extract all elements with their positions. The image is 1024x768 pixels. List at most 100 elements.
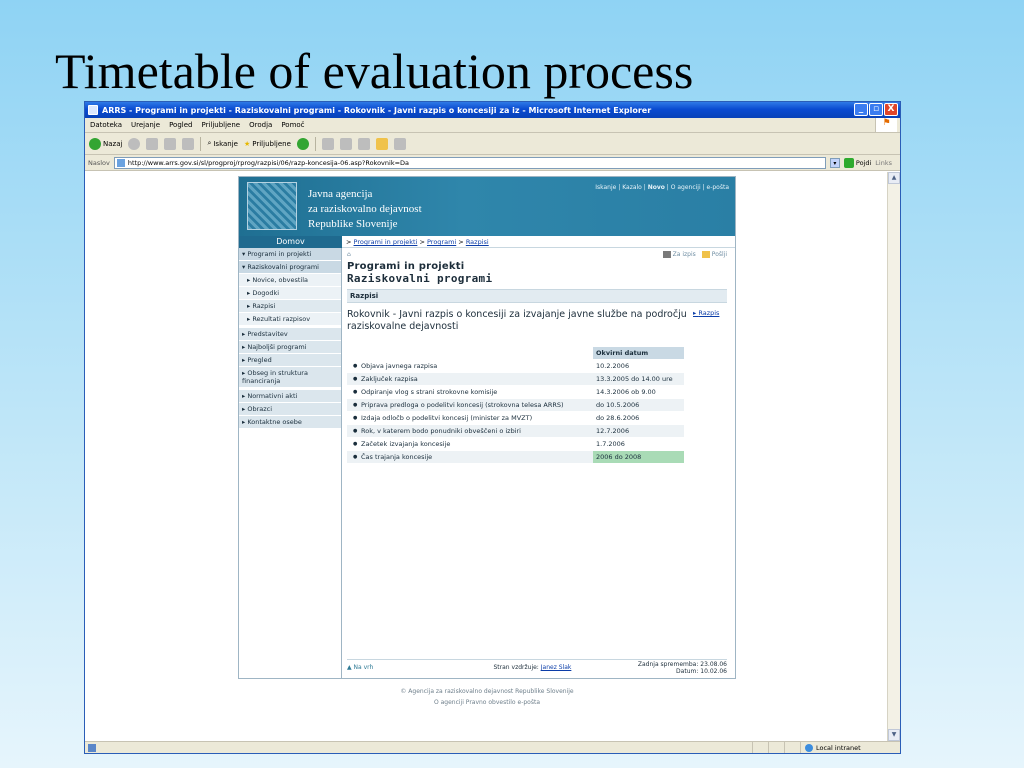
mail-button[interactable] xyxy=(339,137,352,150)
close-button[interactable]: X xyxy=(884,103,898,116)
nav-research-programs[interactable]: ▾ Raziskovalni programi xyxy=(239,261,341,274)
table-row: Začetek izvajanja koncesije1.7.2006 xyxy=(347,437,684,451)
stop-button[interactable] xyxy=(146,137,159,150)
nav-presentation[interactable]: ▸ Predstavitev xyxy=(239,328,341,341)
nav-events[interactable]: ▸ Dogodki xyxy=(239,287,341,300)
search-label: Iskanje xyxy=(213,139,238,148)
toolbar-separator xyxy=(200,136,202,151)
breadcrumb-programs[interactable]: Programi xyxy=(427,238,456,246)
nav-call-results[interactable]: ▸ Rezultati razpisov xyxy=(239,313,341,326)
nav-overview[interactable]: ▸ Pregled xyxy=(239,354,341,367)
slide-title: Timetable of evaluation process xyxy=(55,43,694,99)
zone-label: Local intranet xyxy=(816,743,861,752)
status-cell xyxy=(784,742,800,753)
nav-news[interactable]: ▸ Novice, obvestila xyxy=(239,274,341,287)
star-icon: ★ xyxy=(243,139,251,148)
favorites-button[interactable]: ★ Priljubljene xyxy=(244,140,291,148)
top-link-index[interactable]: Kazalo xyxy=(622,184,642,191)
top-link-search[interactable]: Iskanje xyxy=(595,184,616,191)
links-button[interactable]: Links xyxy=(875,159,892,167)
print-link[interactable]: Za izpis xyxy=(662,251,696,258)
row-task: Začetek izvajanja koncesije xyxy=(347,437,593,451)
breadcrumb-programs-projects[interactable]: Programi in projekti xyxy=(354,238,418,246)
nav-best-programs[interactable]: ▸ Najboljši programi xyxy=(239,341,341,354)
page-icon xyxy=(116,158,125,167)
bottom-links[interactable]: O agenciji Pravno obvestilo e-pošta xyxy=(238,697,736,708)
maintainer-link[interactable]: Janez Slak xyxy=(541,664,572,671)
scroll-up-button[interactable]: ▲ xyxy=(888,172,900,184)
nav-calls[interactable]: ▸ Razpisi xyxy=(239,300,341,313)
update-info: Zadnja sprememba: 23.08.06 Datum: 10.02.… xyxy=(638,661,727,675)
table-header-empty xyxy=(347,347,593,360)
maximize-button[interactable]: ▫ xyxy=(869,103,883,116)
notice: Rokovnik - Javni razpis o koncesiji za i… xyxy=(347,309,727,333)
menu-help[interactable]: Pomoč xyxy=(281,121,304,129)
page-date: Datum: 10.02.06 xyxy=(676,667,727,675)
edit-button[interactable] xyxy=(357,137,370,150)
search-button[interactable]: ⌕ Iskanje xyxy=(207,139,238,148)
row-task: Čas trajanja koncesije xyxy=(347,450,593,464)
scroll-down-button[interactable]: ▼ xyxy=(888,729,900,741)
forward-button[interactable] xyxy=(128,137,141,150)
row-task: Rok, v katerem bodo ponudniki obveščeni … xyxy=(347,424,593,438)
ie-icon xyxy=(88,105,98,115)
address-dropdown-button[interactable]: ▾ xyxy=(829,157,840,168)
top-link-email[interactable]: e-pošta xyxy=(707,184,730,191)
home-button[interactable] xyxy=(182,137,195,150)
table-row: Odpiranje vlog s strani strokovne komisi… xyxy=(347,385,684,399)
breadcrumb-calls[interactable]: Razpisi xyxy=(466,238,489,246)
menu-edit[interactable]: Urejanje xyxy=(131,121,160,129)
back-to-top-link[interactable]: ▲ Na vrh xyxy=(347,664,427,671)
top-link-new[interactable]: Novo xyxy=(648,184,665,191)
agency-logo[interactable] xyxy=(247,182,297,230)
folder-button[interactable] xyxy=(375,137,388,150)
nav-funding[interactable]: ▸ Obseg in struktura financiranja xyxy=(239,367,341,388)
site-footer: ▲ Na vrh Stran vzdržuje: Janez Slak Zadn… xyxy=(347,659,727,675)
status-cell xyxy=(768,742,784,753)
menu-favorites[interactable]: Priljubljene xyxy=(201,121,240,129)
menu-tools[interactable]: Orodja xyxy=(249,121,272,129)
copyright: © Agencija za raziskovalno dejavnost Rep… xyxy=(238,686,736,708)
maintainer-label: Stran vzdržuje: xyxy=(493,664,539,671)
vertical-scrollbar[interactable]: ▲ ▼ xyxy=(887,172,900,741)
page-title: Raziskovalni programi xyxy=(347,272,493,285)
nav-forms[interactable]: ▸ Obrazci xyxy=(239,403,341,416)
nav-programs-projects[interactable]: ▾ Programi in projekti xyxy=(239,248,341,261)
row-date: 12.7.2006 xyxy=(593,424,684,438)
nav-legal-acts[interactable]: ▸ Normativni akti xyxy=(239,390,341,403)
go-button[interactable]: Pojdi xyxy=(843,157,871,168)
copyright-text: © Agencija za raziskovalno dejavnost Rep… xyxy=(400,688,574,695)
history-button[interactable] xyxy=(321,137,334,150)
window-controls: _ ▫ X xyxy=(854,103,898,116)
menu-view[interactable]: Pogled xyxy=(169,121,192,129)
agency-name-line-3: Republike Slovenije xyxy=(308,218,398,230)
row-task: Zaključek razpisa xyxy=(347,372,593,386)
home-icon[interactable]: ⌂ xyxy=(347,251,351,258)
table-row: Objava javnega razpisa10.2.2006 xyxy=(347,359,684,373)
go-arrow-icon xyxy=(843,157,854,168)
send-link[interactable]: Pošlji xyxy=(701,251,727,258)
site-header: Javna agencija za raziskovalno dejavnost… xyxy=(239,177,735,236)
calls-bar: Razpisi xyxy=(347,289,727,303)
breadcrumb-prefix: > xyxy=(346,238,352,246)
page-content: Javna agencija za raziskovalno dejavnost… xyxy=(85,172,887,741)
refresh-button[interactable] xyxy=(164,137,177,150)
main-content: ⌂ Za izpis Pošlji Programi in projekti R… xyxy=(347,248,727,678)
menu-file[interactable]: Datoteka xyxy=(90,121,122,129)
minimize-button[interactable]: _ xyxy=(854,103,868,116)
address-input[interactable]: http://www.arrs.gov.si/sl/progproj/rprog… xyxy=(113,156,826,169)
media-button[interactable] xyxy=(296,137,309,150)
row-date-highlighted: 2006 do 2008 xyxy=(593,450,684,464)
home-link[interactable]: Domov xyxy=(239,236,342,248)
browser-window: ARRS - Programi in projekti - Raziskoval… xyxy=(84,101,901,754)
messenger-button[interactable] xyxy=(393,137,406,150)
nav-contacts[interactable]: ▸ Kontaktne osebe xyxy=(239,416,341,429)
row-task: Priprava predloga o podelitvi koncesij (… xyxy=(347,398,593,412)
table-header-date: Okvirni datum xyxy=(593,347,684,360)
table-row: Izdaja odločb o podelitvi koncesij (mini… xyxy=(347,411,684,425)
call-link[interactable]: ▸ Razpis xyxy=(689,309,727,333)
back-button[interactable]: Nazaj xyxy=(89,137,122,150)
top-link-about[interactable]: O agenciji xyxy=(671,184,701,191)
status-cell xyxy=(752,742,768,753)
table-row: Priprava predloga o podelitvi koncesij (… xyxy=(347,398,684,412)
